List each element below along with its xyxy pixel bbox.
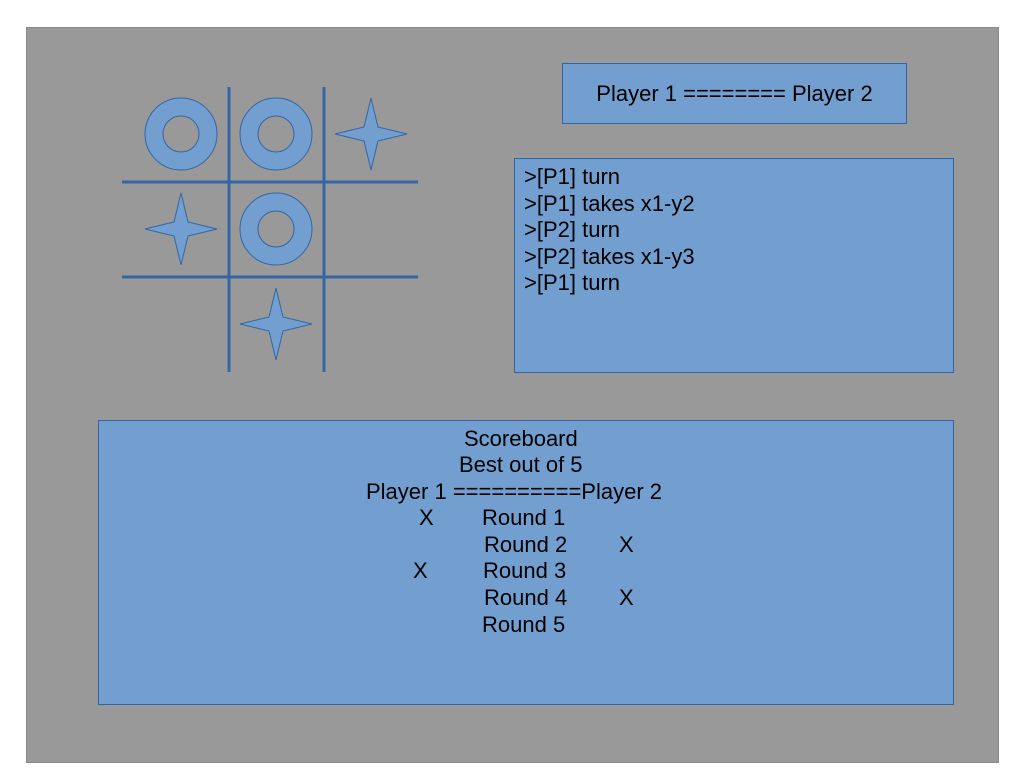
o-piece-icon	[144, 97, 218, 171]
round-4-player-2-mark: X	[619, 585, 634, 610]
scoreboard-panel: Scoreboard Best out of 5 Player 1 ======…	[98, 420, 954, 705]
scoreboard-subtitle: Best out of 5	[459, 452, 583, 477]
scoreboard-matchup: Player 1 ==========Player 2	[366, 479, 663, 504]
players-matchup-text: Player 1 ======== Player 2	[596, 80, 873, 106]
log-line: >[P2] turn	[524, 217, 621, 242]
o-piece-icon	[239, 97, 313, 171]
star-piece-icon	[144, 192, 218, 266]
log-line: >[P1] takes x1-y2	[524, 190, 695, 216]
log-line: >[P1] turn	[524, 270, 621, 295]
star-piece-icon	[334, 97, 408, 171]
round-4-label: Round 4	[484, 585, 568, 610]
o-piece-icon	[239, 192, 313, 266]
round-1-label: Round 1	[482, 505, 566, 530]
scoreboard-title: Scoreboard	[464, 426, 578, 451]
round-1-player-1-mark: X	[419, 505, 434, 530]
players-header: Player 1 ======== Player 2	[562, 63, 907, 124]
round-3-label: Round 3	[483, 558, 567, 583]
log-line: >[P2] takes x1-y3	[524, 243, 695, 269]
round-5-label: Round 5	[482, 612, 566, 637]
board-pieces	[144, 97, 408, 361]
round-2-label: Round 2	[484, 532, 568, 557]
round-3-player-1-mark: X	[413, 558, 428, 583]
game-log-panel: >[P1] turn >[P1] takes x1-y2 >[P2] turn …	[514, 158, 954, 373]
round-2-player-2-mark: X	[619, 532, 634, 557]
star-piece-icon	[239, 287, 313, 361]
log-line: >[P1] turn	[524, 164, 621, 189]
